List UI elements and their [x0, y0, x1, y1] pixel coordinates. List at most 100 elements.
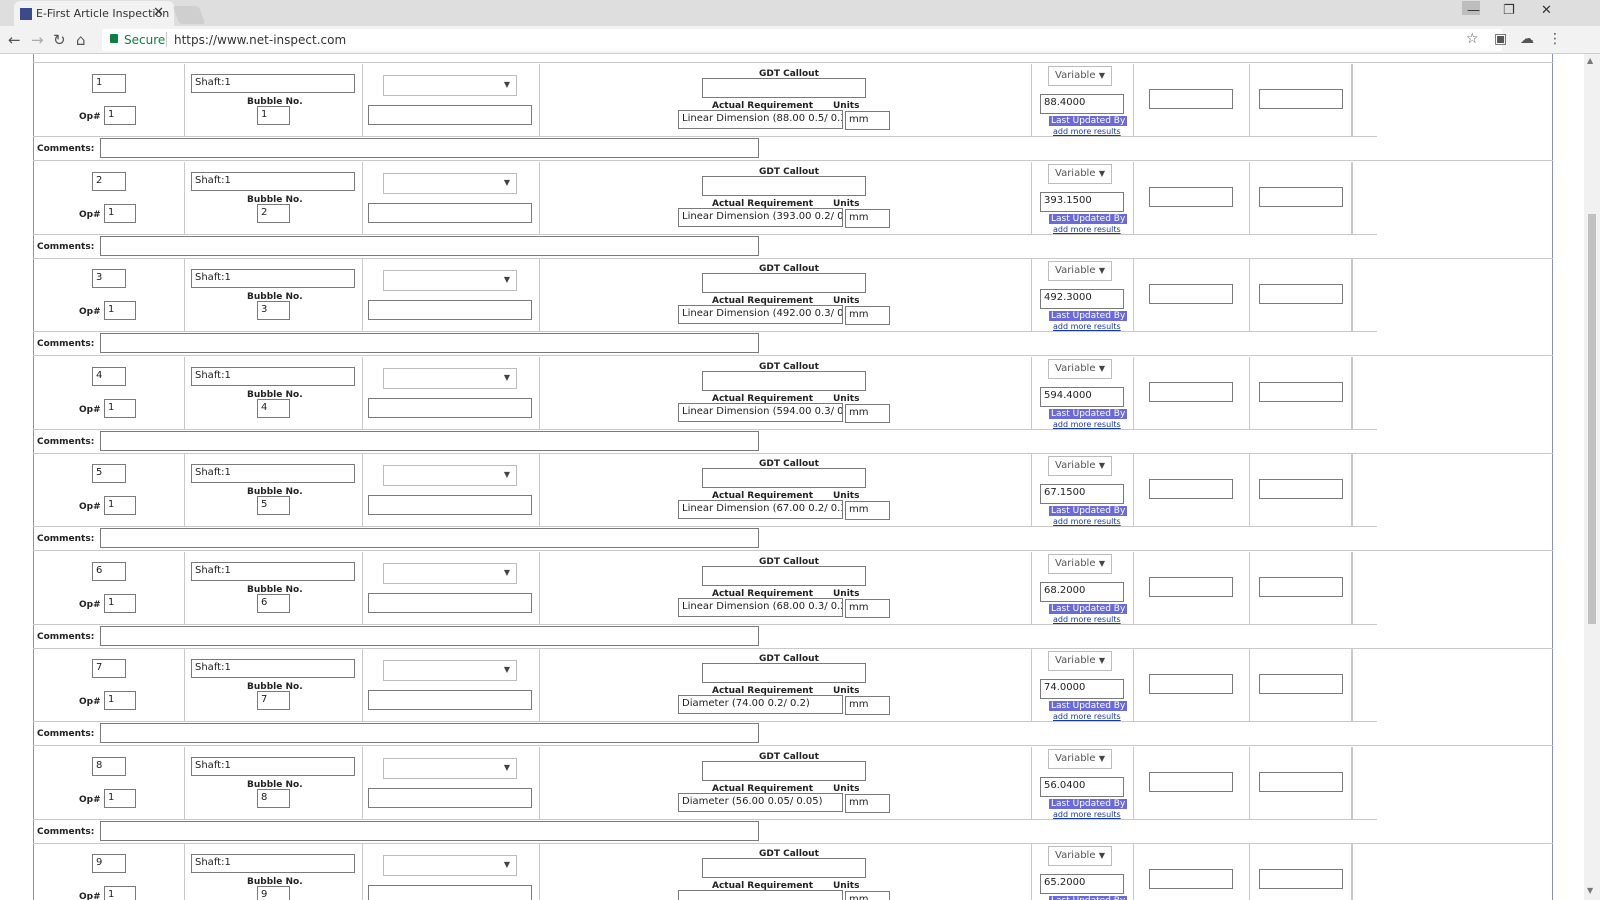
- bubble-number-field[interactable]: 1: [257, 106, 290, 125]
- op-number-field[interactable]: 1: [104, 496, 136, 515]
- description-input[interactable]: [368, 398, 532, 418]
- comments-field[interactable]: [100, 333, 759, 353]
- result-field-3[interactable]: [1259, 187, 1343, 207]
- actual-requirement-field[interactable]: Linear Dimension (393.00 0.2/ 0.2): [678, 208, 843, 227]
- row-number-field[interactable]: 3: [92, 269, 126, 288]
- page-scrollbar[interactable]: ▲ ▼: [1584, 54, 1600, 900]
- tab-close-icon[interactable]: ✕: [153, 5, 164, 20]
- part-field[interactable]: Shaft:1: [191, 74, 355, 93]
- result-field-2[interactable]: [1149, 89, 1233, 109]
- characteristic-dropdown[interactable]: ▼: [383, 270, 517, 291]
- description-input[interactable]: [368, 300, 532, 320]
- row-number-field[interactable]: 7: [92, 659, 126, 678]
- op-number-field[interactable]: 1: [104, 789, 136, 808]
- bookmark-star-icon[interactable]: ☆: [1466, 31, 1479, 47]
- actual-requirement-field[interactable]: Linear Dimension (594.00 0.3/ 0.3): [678, 403, 843, 422]
- result-type-dropdown[interactable]: Variable ▼: [1048, 749, 1112, 769]
- gdt-callout-field[interactable]: [702, 566, 866, 586]
- units-field[interactable]: mm: [845, 209, 890, 228]
- result-field-3[interactable]: [1259, 284, 1343, 304]
- result-value-field[interactable]: 74.0000: [1040, 679, 1124, 699]
- result-type-dropdown[interactable]: Variable ▼: [1048, 359, 1112, 379]
- row-number-field[interactable]: 4: [92, 367, 126, 386]
- gdt-callout-field[interactable]: [702, 176, 866, 196]
- description-input[interactable]: [368, 203, 532, 223]
- restore-icon[interactable]: ❐: [1503, 3, 1515, 18]
- part-field[interactable]: Shaft:1: [191, 854, 355, 873]
- op-number-field[interactable]: 1: [104, 886, 136, 900]
- result-field-3[interactable]: [1259, 479, 1343, 499]
- last-updated-by-badge[interactable]: Last Updated By: [1049, 701, 1128, 711]
- result-field-3[interactable]: [1259, 772, 1343, 792]
- row-number-field[interactable]: 1: [92, 74, 126, 93]
- result-type-dropdown[interactable]: Variable ▼: [1048, 846, 1112, 866]
- result-field-3[interactable]: [1259, 89, 1343, 109]
- units-field[interactable]: mm: [845, 891, 890, 900]
- add-more-results-link[interactable]: add more results: [1053, 225, 1121, 234]
- last-updated-by-badge[interactable]: Last Updated By: [1049, 896, 1128, 900]
- part-field[interactable]: Shaft:1: [191, 464, 355, 483]
- last-updated-by-badge[interactable]: Last Updated By: [1049, 799, 1128, 809]
- result-field-2[interactable]: [1149, 187, 1233, 207]
- result-field-3[interactable]: [1259, 577, 1343, 597]
- browser-tab[interactable]: E-First Article Inspection ✕: [14, 1, 174, 26]
- result-value-field[interactable]: 393.1500: [1040, 192, 1124, 212]
- scroll-up-icon[interactable]: ▲: [1587, 56, 1593, 65]
- units-field[interactable]: mm: [845, 696, 890, 715]
- window-close-icon[interactable]: ✕: [1541, 3, 1552, 18]
- description-input[interactable]: [368, 690, 532, 710]
- bubble-number-field[interactable]: 7: [257, 691, 290, 710]
- actual-requirement-field[interactable]: Diameter (74.00 0.2/ 0.2): [678, 695, 843, 714]
- add-more-results-link[interactable]: add more results: [1053, 517, 1121, 526]
- description-input[interactable]: [368, 105, 532, 125]
- part-field[interactable]: Shaft:1: [191, 367, 355, 386]
- add-more-results-link[interactable]: add more results: [1053, 420, 1121, 429]
- result-value-field[interactable]: 594.4000: [1040, 387, 1124, 407]
- scroll-thumb[interactable]: [1588, 214, 1596, 624]
- part-field[interactable]: Shaft:1: [191, 757, 355, 776]
- result-value-field[interactable]: 68.2000: [1040, 582, 1124, 602]
- comments-field[interactable]: [100, 528, 759, 548]
- units-field[interactable]: mm: [845, 599, 890, 618]
- characteristic-dropdown[interactable]: ▼: [383, 563, 517, 584]
- op-number-field[interactable]: 1: [104, 204, 136, 223]
- actual-requirement-field[interactable]: Diameter (56.00 0.05/ 0.05): [678, 793, 843, 812]
- units-field[interactable]: mm: [845, 794, 890, 813]
- op-number-field[interactable]: 1: [104, 594, 136, 613]
- url-text[interactable]: https://www.net-inspect.com: [174, 33, 346, 47]
- comments-field[interactable]: [100, 431, 759, 451]
- gdt-callout-field[interactable]: [702, 761, 866, 781]
- actual-requirement-field[interactable]: Linear Dimension (492.00 0.3/ 0.3): [678, 305, 843, 324]
- row-number-field[interactable]: 6: [92, 562, 126, 581]
- units-field[interactable]: mm: [845, 501, 890, 520]
- result-value-field[interactable]: 88.4000: [1040, 94, 1124, 114]
- units-field[interactable]: mm: [845, 111, 890, 130]
- scroll-down-icon[interactable]: ▼: [1587, 886, 1593, 895]
- bubble-number-field[interactable]: 8: [257, 789, 290, 808]
- actual-requirement-field[interactable]: Linear Dimension (88.00 0.5/ 0.3): [678, 110, 843, 129]
- actual-requirement-field[interactable]: [678, 890, 843, 900]
- row-number-field[interactable]: 5: [92, 464, 126, 483]
- comments-field[interactable]: [100, 138, 759, 158]
- result-field-3[interactable]: [1259, 382, 1343, 402]
- characteristic-dropdown[interactable]: ▼: [383, 173, 517, 194]
- result-value-field[interactable]: 492.3000: [1040, 289, 1124, 309]
- result-value-field[interactable]: 67.1500: [1040, 484, 1124, 504]
- gdt-callout-field[interactable]: [702, 663, 866, 683]
- result-type-dropdown[interactable]: Variable ▼: [1048, 261, 1112, 281]
- result-type-dropdown[interactable]: Variable ▼: [1048, 164, 1112, 184]
- menu-icon[interactable]: ⋮: [1548, 31, 1562, 47]
- actual-requirement-field[interactable]: Linear Dimension (67.00 0.2/ 0.30): [678, 500, 843, 519]
- description-input[interactable]: [368, 495, 532, 515]
- part-field[interactable]: Shaft:1: [191, 172, 355, 191]
- result-type-dropdown[interactable]: Variable ▼: [1048, 651, 1112, 671]
- address-bar[interactable]: Secure https://www.net-inspect.com: [102, 29, 1502, 51]
- description-input[interactable]: [368, 788, 532, 808]
- description-input[interactable]: [368, 885, 532, 900]
- result-type-dropdown[interactable]: Variable ▼: [1048, 554, 1112, 574]
- characteristic-dropdown[interactable]: ▼: [383, 75, 517, 96]
- reload-icon[interactable]: ↻: [53, 31, 66, 49]
- result-value-field[interactable]: 65.2000: [1040, 874, 1124, 894]
- description-input[interactable]: [368, 593, 532, 613]
- characteristic-dropdown[interactable]: ▼: [383, 368, 517, 389]
